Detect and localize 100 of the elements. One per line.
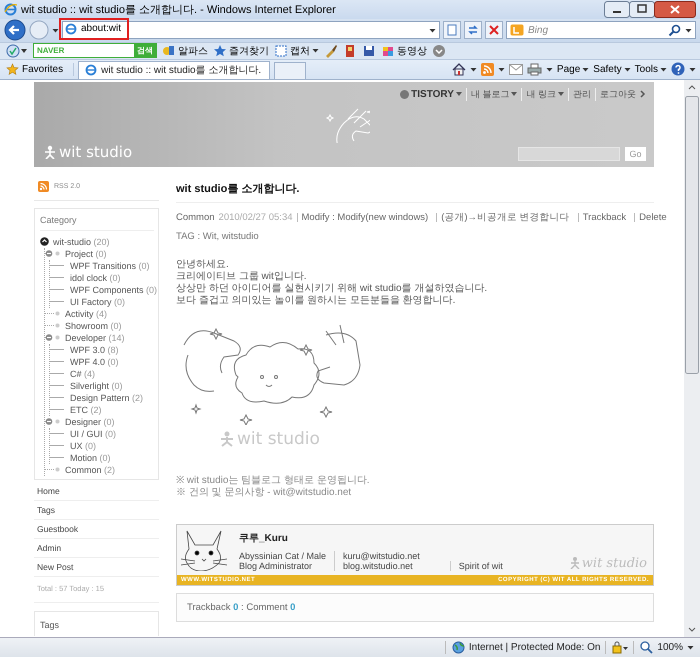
category-link[interactable]: WPF Components (0) xyxy=(70,284,158,295)
note-text: ※ wit studio는 팀블로그 형태로 운영됩니다. xyxy=(176,474,371,487)
profile-info: Abyssinian Cat / Male xyxy=(239,550,326,561)
lock-icon[interactable] xyxy=(612,640,628,654)
toolbar-button[interactable]: 동영상 xyxy=(381,44,427,58)
favorites-button[interactable]: Favorites xyxy=(4,62,74,76)
caret-icon[interactable] xyxy=(312,48,319,54)
post-tags: TAG : Wit, witstudio xyxy=(176,230,654,242)
post-action-link[interactable]: Modify : Modify(new windows) xyxy=(296,212,432,222)
close-button[interactable] xyxy=(654,1,696,18)
blog-nav-link[interactable]: TISTORY xyxy=(400,88,462,100)
category-link[interactable]: Motion (0) xyxy=(70,452,111,463)
command-menu[interactable]: Tools xyxy=(634,64,667,75)
post-action-link[interactable]: Delete xyxy=(634,212,671,222)
caret-icon[interactable] xyxy=(546,66,553,72)
caret-icon[interactable] xyxy=(470,66,477,72)
category-link[interactable]: UI / GUI (0) xyxy=(70,428,116,439)
caret-icon[interactable] xyxy=(582,66,590,72)
caret-icon[interactable] xyxy=(689,66,696,72)
category-link[interactable]: wit-studio (20) xyxy=(53,236,110,247)
brush-icon[interactable] xyxy=(324,44,338,58)
blog-nav-link[interactable]: 로그아웃 xyxy=(595,88,636,101)
zoom-icon xyxy=(640,640,654,654)
chevron-right-icon[interactable] xyxy=(640,90,646,98)
security-zone[interactable]: Internet | Protected Mode: On xyxy=(444,640,600,654)
book-icon[interactable] xyxy=(343,44,357,58)
blog-nav-link[interactable]: 관리 xyxy=(568,88,591,101)
trackback-count[interactable]: Trackback 0 xyxy=(187,602,238,613)
category-link[interactable]: Activity (4) xyxy=(65,308,108,319)
category-link[interactable]: Design Pattern (2) xyxy=(70,392,144,403)
category-link[interactable]: WPF Transitions (0) xyxy=(70,260,150,271)
compatibility-view-icon[interactable] xyxy=(443,21,461,40)
zoom-level[interactable]: 100% xyxy=(633,640,694,654)
command-menu[interactable]: Safety xyxy=(593,64,631,75)
sidebar-menu-link[interactable]: Guestbook xyxy=(34,520,159,539)
category-link[interactable]: UI Factory (0) xyxy=(70,296,126,307)
sidebar-menu-link[interactable]: Home xyxy=(34,482,159,501)
post-action-link[interactable]: (공개)→비공개로 변경합니다 xyxy=(436,212,574,222)
category-link[interactable]: idol clock (0) xyxy=(70,272,121,283)
category-link[interactable]: ETC (2) xyxy=(70,404,102,415)
collapse-icon[interactable] xyxy=(45,249,61,258)
category-link[interactable]: Project (0) xyxy=(65,248,107,259)
dropdown-caret-icon xyxy=(511,92,518,96)
caret-icon[interactable] xyxy=(498,66,505,72)
sidebar-menu-link[interactable]: Admin xyxy=(34,538,159,558)
body-text: 상상만 하던 아이디어를 실현시키기 위해 wit studio를 개설하였습니다. xyxy=(176,282,488,295)
sidebar-menu-link[interactable]: New Post xyxy=(34,558,159,577)
profile-info: Blog Administrator xyxy=(239,560,314,571)
toolbar-button[interactable]: 캡처 xyxy=(274,44,319,58)
category-link[interactable]: Showroom (0) xyxy=(65,320,122,331)
sidebar-menu-link[interactable]: Tags xyxy=(34,500,159,520)
url-text: about:wit xyxy=(81,23,122,34)
category-link[interactable]: UX (0) xyxy=(70,440,96,451)
search-field[interactable]: Bing xyxy=(506,21,696,40)
profile-name: 쿠루_Kuru xyxy=(239,532,289,545)
post-action-link[interactable]: Trackback xyxy=(578,212,630,222)
home-icon[interactable] xyxy=(452,62,466,76)
category-link[interactable]: Silverlight (0) xyxy=(70,380,123,391)
toolbar-button[interactable]: 즐겨찾기 xyxy=(213,44,269,58)
blog-nav-link[interactable]: 내 링크 xyxy=(521,88,564,101)
capture-icon xyxy=(274,44,288,58)
category-link[interactable]: WPF 3.0 (8) xyxy=(70,344,119,355)
search-engine-icon xyxy=(510,24,524,36)
category-link[interactable]: Common (2) xyxy=(65,464,116,475)
address-bar[interactable]: about:wit xyxy=(62,21,440,40)
refresh-icon[interactable] xyxy=(464,21,482,40)
category-title: Category xyxy=(40,214,154,231)
check-icon[interactable] xyxy=(6,44,28,58)
category-link[interactable]: Developer (14) xyxy=(65,332,125,343)
search-caret-icon[interactable] xyxy=(685,28,692,33)
more-icon[interactable] xyxy=(432,44,446,58)
blog-nav-link[interactable]: 내 블로그 xyxy=(466,88,518,101)
help-icon[interactable] xyxy=(671,62,685,76)
caret-icon[interactable] xyxy=(624,66,631,72)
browser-tab[interactable]: wit studio :: wit studio를 소개합니다. xyxy=(78,60,270,79)
blog-search-field[interactable] xyxy=(518,146,620,161)
collapse-icon[interactable] xyxy=(45,333,61,342)
profile-contact: kuru@witstudio.net xyxy=(343,550,420,561)
category-link[interactable]: Designer (0) xyxy=(65,416,115,427)
address-caret-icon[interactable] xyxy=(429,28,436,33)
printer-icon[interactable] xyxy=(526,62,542,76)
back-button[interactable] xyxy=(4,19,26,42)
category-link[interactable]: C# (4) xyxy=(70,368,96,379)
category-link[interactable]: WPF 4.0 (0) xyxy=(70,356,119,367)
note-text: ※ 건의 및 문의사항 - wit@witstudio.net xyxy=(176,486,352,499)
collapse-icon[interactable] xyxy=(45,417,61,426)
post-date: 2010/02/27 05:34 xyxy=(218,212,293,223)
maximize-button[interactable] xyxy=(629,1,655,18)
history-caret-icon[interactable] xyxy=(52,28,59,33)
caret-icon[interactable] xyxy=(687,644,694,650)
stop-icon[interactable] xyxy=(485,21,503,40)
command-menu[interactable]: Page xyxy=(556,64,590,75)
comment-count[interactable]: Comment 0 xyxy=(246,602,296,613)
toolbar-button[interactable]: 알파스 xyxy=(162,44,208,58)
caret-icon[interactable] xyxy=(660,66,667,72)
window-title: wit studio :: wit studio를 소개합니다. - Windows Internet Explorer xyxy=(21,3,337,17)
search-icon[interactable] xyxy=(668,24,681,37)
category-link[interactable]: Common xyxy=(176,212,215,223)
scrollbar[interactable] xyxy=(684,80,700,637)
minimize-button[interactable] xyxy=(604,1,630,18)
